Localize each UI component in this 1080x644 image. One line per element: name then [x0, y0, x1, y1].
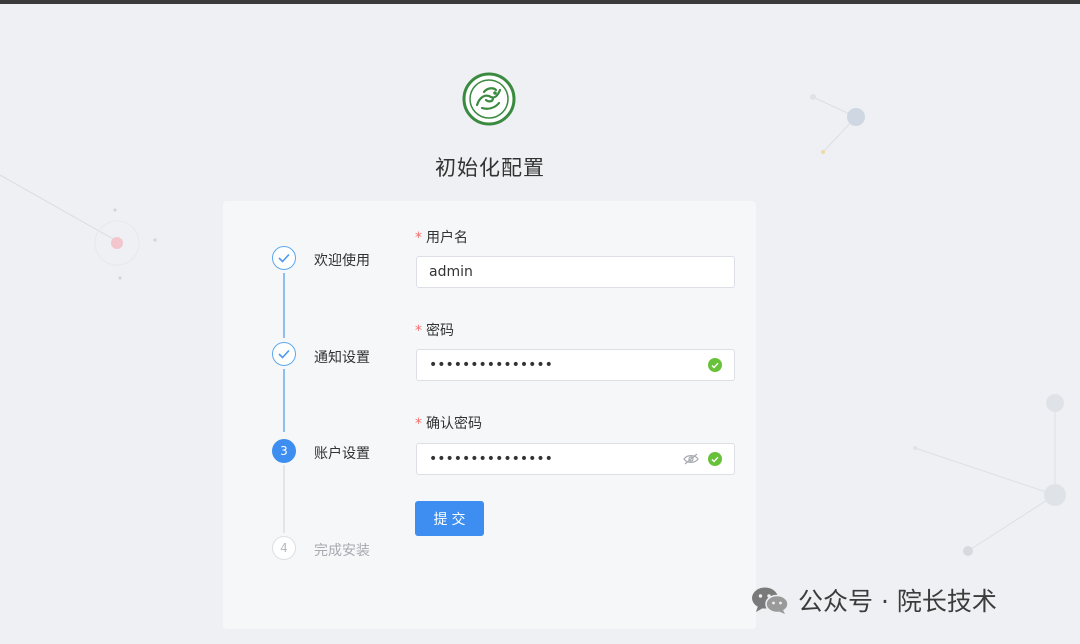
username-label: * 用户名: [415, 230, 468, 246]
step-connector-3: [283, 465, 285, 533]
submit-button[interactable]: 提交: [415, 501, 484, 536]
required-mark: *: [415, 323, 422, 339]
password-input[interactable]: •••••••••••••••: [416, 349, 735, 381]
page-title: 初始化配置: [435, 156, 545, 180]
step-3-label: 账户设置: [314, 446, 370, 462]
step-connector-1: [283, 273, 285, 338]
watermark: 公众号 · 院长技术: [750, 582, 997, 618]
step-3-number: 3: [272, 439, 296, 463]
eye-off-icon[interactable]: [683, 453, 699, 465]
check-circle-icon: [708, 358, 722, 372]
step-1-label: 欢迎使用: [314, 253, 370, 269]
password-label: * 密码: [415, 323, 454, 339]
setup-card: 欢迎使用 通知设置 3 账户设置 4 完成安装 * 用户名 admin * 密码 •…: [223, 201, 756, 629]
dragon-emblem-icon: [462, 72, 516, 126]
wechat-icon: [752, 587, 789, 614]
required-mark: *: [415, 416, 422, 432]
step-connector-2: [283, 369, 285, 432]
username-input[interactable]: admin: [416, 256, 735, 288]
confirm-password-input[interactable]: •••••••••••••••: [416, 443, 735, 475]
step-4-label: 完成安装: [314, 543, 370, 559]
step-2-label: 通知设置: [314, 350, 370, 366]
step-2-check-icon: [272, 342, 296, 366]
step-4-number: 4: [272, 536, 296, 560]
check-circle-icon: [708, 452, 722, 466]
watermark-text: 公众号 · 院长技术: [798, 587, 997, 616]
password-value: •••••••••••••••: [429, 357, 553, 373]
required-mark: *: [415, 230, 422, 246]
confirm-password-value: •••••••••••••••: [429, 451, 553, 467]
confirm-password-label: * 确认密码: [415, 416, 482, 432]
step-1-check-icon: [272, 246, 296, 270]
